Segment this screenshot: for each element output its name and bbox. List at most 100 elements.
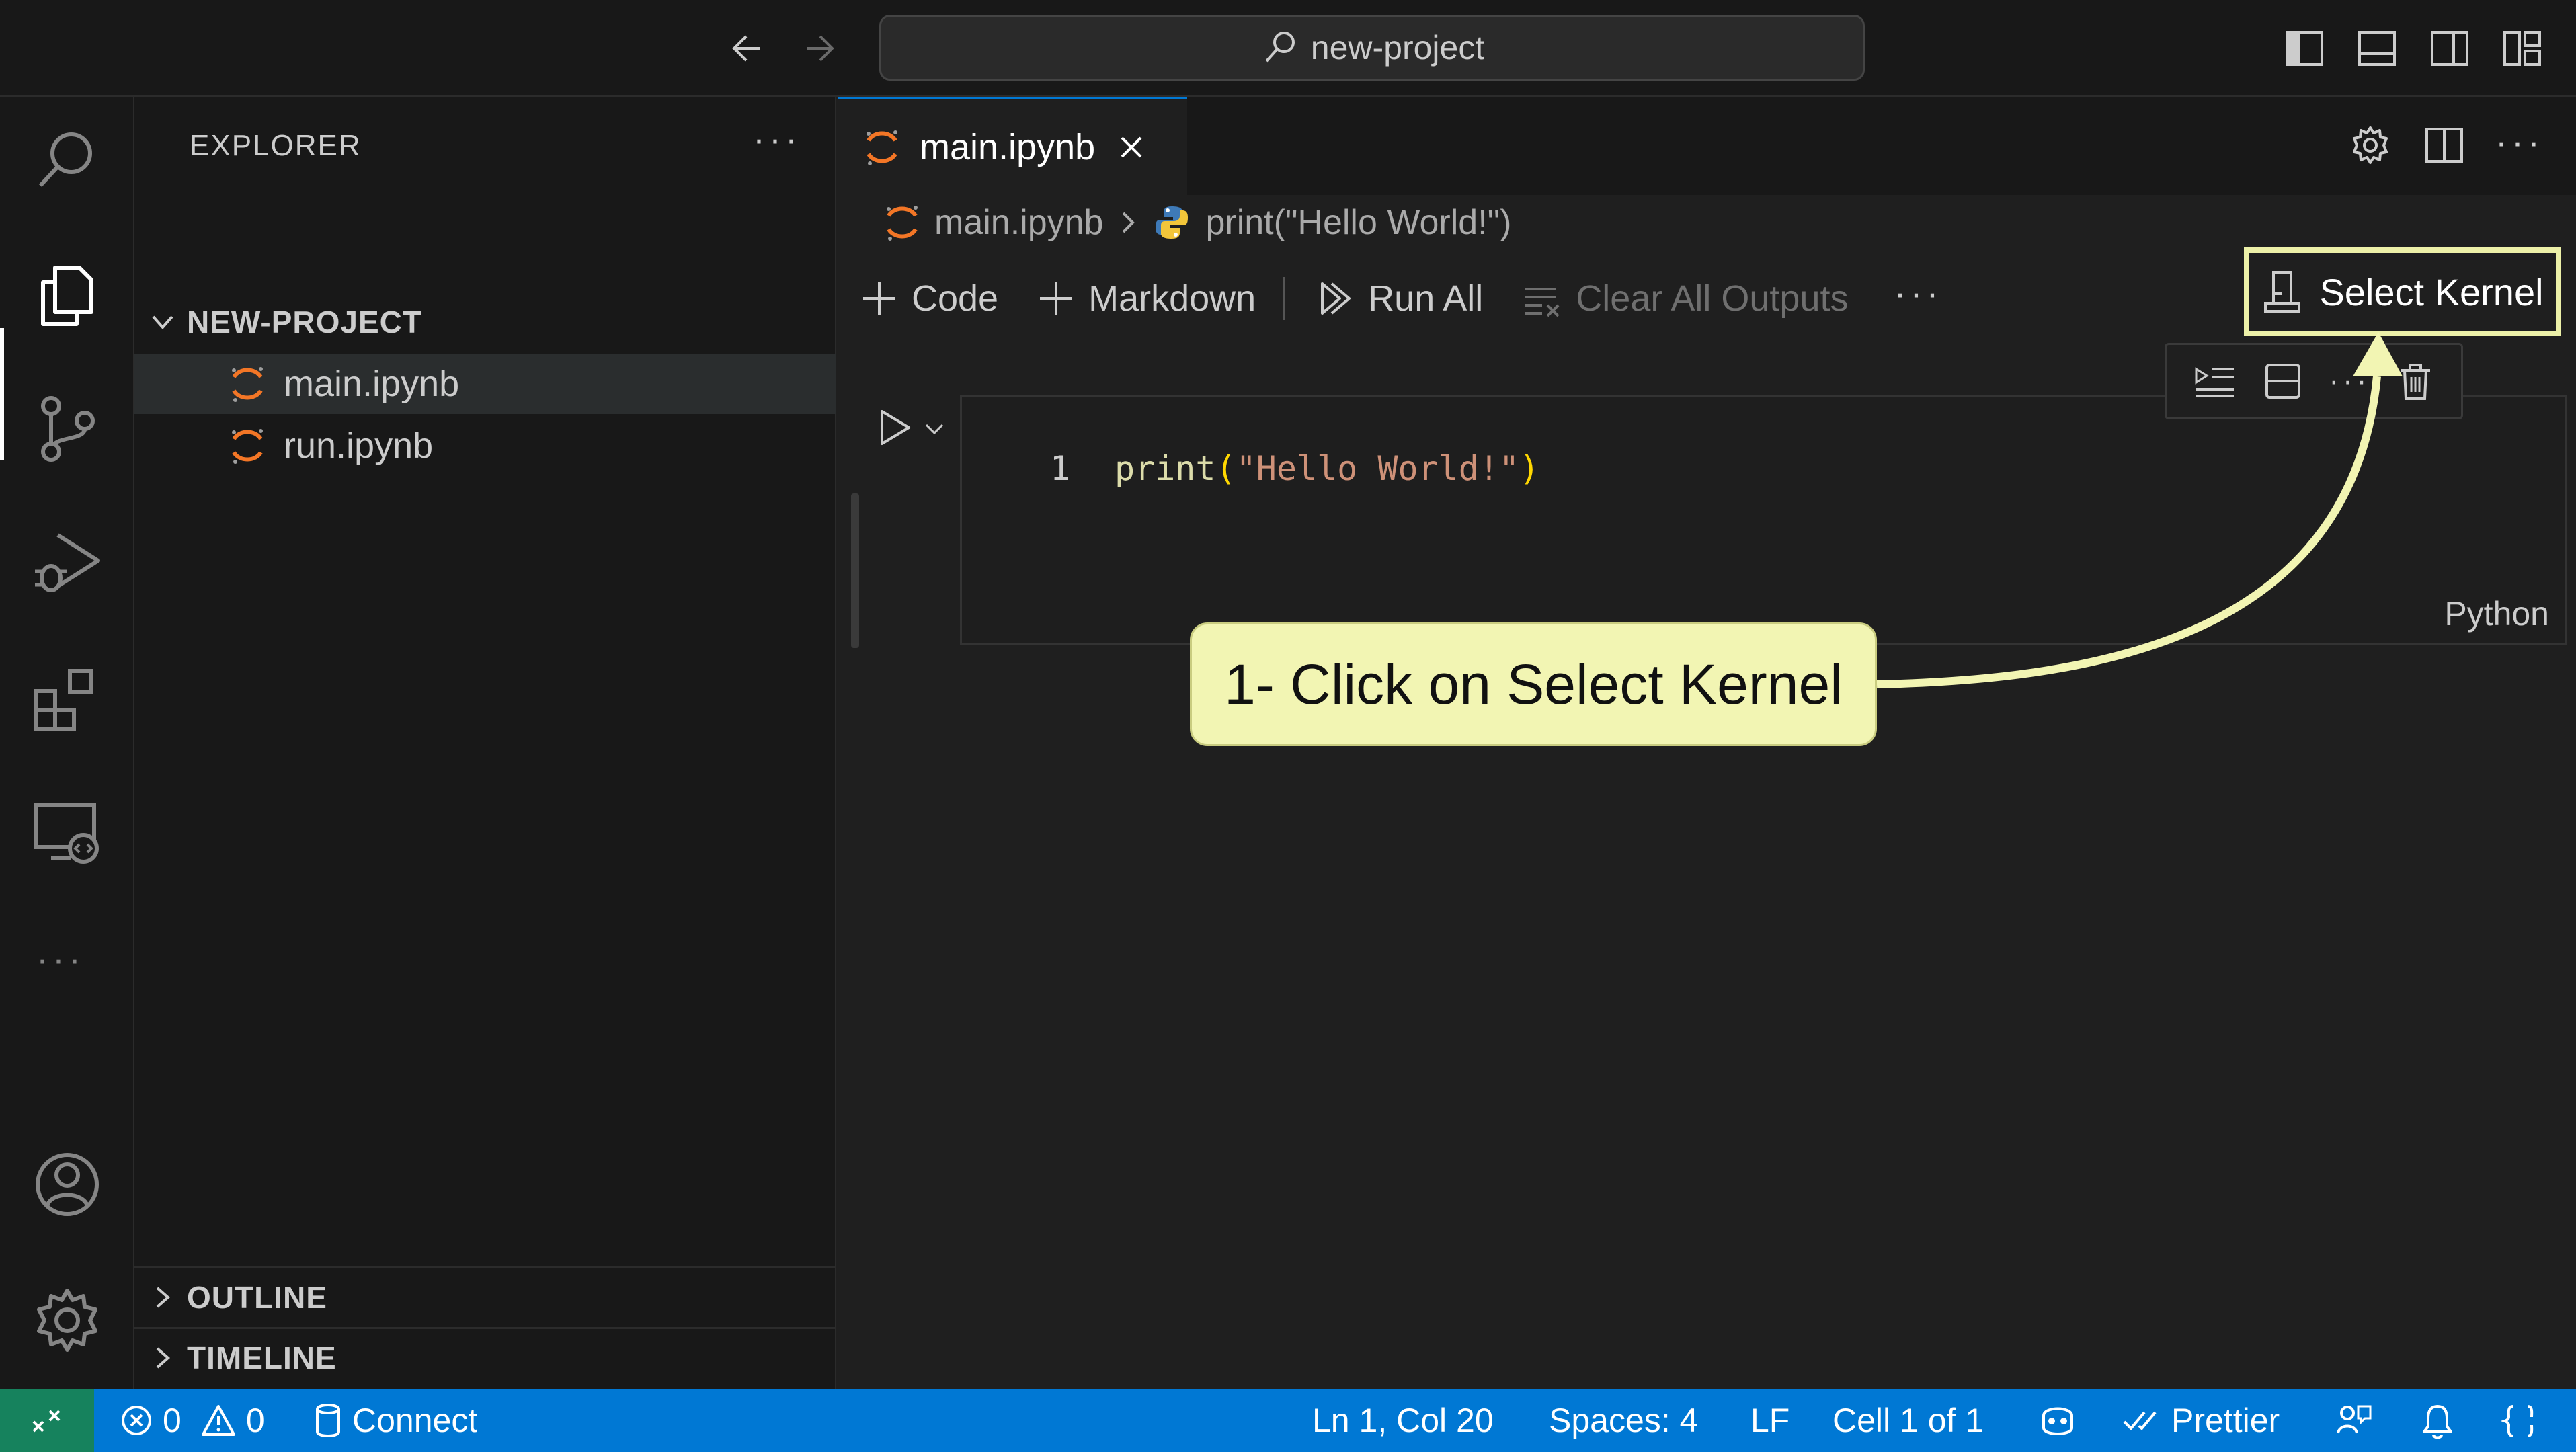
toolbar-separator xyxy=(1283,277,1285,320)
active-indicator xyxy=(0,328,4,460)
project-folder-header[interactable]: NEW-PROJECT xyxy=(134,292,836,352)
line-ending[interactable]: LF xyxy=(1750,1389,1789,1452)
tab-label: main.ipynb xyxy=(920,127,1096,167)
editor-more-actions-icon[interactable]: ··· xyxy=(2495,124,2544,160)
command-center-search[interactable]: new-project xyxy=(879,15,1865,81)
files-icon[interactable] xyxy=(31,258,104,331)
instruction-callout: 1- Click on Select Kernel xyxy=(1190,622,1877,746)
search-icon[interactable] xyxy=(31,124,104,196)
extensions-icon[interactable] xyxy=(31,661,104,734)
delete-cell-icon[interactable] xyxy=(2397,361,2434,401)
chevron-down-icon[interactable] xyxy=(922,417,947,441)
run-and-debug-icon[interactable] xyxy=(31,527,104,600)
status-bar: 0 0 Connect Ln 1, Col 20 Spaces: 4 LF Ce… xyxy=(0,1389,2576,1452)
search-icon xyxy=(1265,32,1295,63)
database-icon xyxy=(316,1404,340,1437)
explorer-title: EXPLORER xyxy=(190,129,362,162)
outline-section-header[interactable]: OUTLINE xyxy=(134,1266,836,1326)
run-all-button[interactable]: Run All xyxy=(1317,278,1483,319)
tab-main-ipynb[interactable]: main.ipynb xyxy=(838,97,1187,195)
breadcrumb-symbol[interactable]: print("Hello World!") xyxy=(1205,202,1511,243)
timeline-label: TIMELINE xyxy=(187,1340,337,1375)
customize-layout-icon[interactable] xyxy=(2502,28,2542,69)
add-code-cell-button[interactable]: Code xyxy=(860,278,998,319)
remote-button[interactable] xyxy=(0,1389,94,1452)
prettier-status[interactable]: Prettier xyxy=(2122,1389,2280,1452)
file-item-main[interactable]: main.ipynb xyxy=(134,354,836,414)
gear-icon[interactable] xyxy=(2349,124,2392,167)
outline-label: OUTLINE xyxy=(187,1279,327,1315)
file-name: main.ipynb xyxy=(284,364,460,404)
file-item-run[interactable]: run.ipynb xyxy=(134,415,836,476)
error-icon xyxy=(122,1406,151,1435)
remote-explorer-icon[interactable] xyxy=(31,796,104,869)
kernel-icon xyxy=(2264,271,2301,313)
toggle-primary-sidebar-icon[interactable] xyxy=(2284,28,2325,69)
indentation[interactable]: Spaces: 4 xyxy=(1549,1389,1698,1452)
back-arrow-icon[interactable] xyxy=(726,27,769,70)
split-editor-icon[interactable] xyxy=(2423,124,2466,167)
source-control-icon[interactable] xyxy=(31,393,104,465)
activity-bar: ··· xyxy=(0,97,134,1389)
chevron-right-icon xyxy=(156,1286,171,1308)
add-markdown-cell-button[interactable]: Markdown xyxy=(1037,278,1256,319)
cell-editor[interactable]: 1 print("Hello World!") Python xyxy=(960,395,2567,645)
breadcrumb-file[interactable]: main.ipynb xyxy=(934,202,1103,243)
timeline-section-header[interactable]: TIMELINE xyxy=(134,1327,836,1386)
cell-toolbar: ··· xyxy=(2165,343,2463,419)
forward-arrow-icon[interactable] xyxy=(797,27,840,70)
select-kernel-button[interactable]: Select Kernel xyxy=(2244,247,2561,336)
remote-icon xyxy=(32,1410,61,1433)
clear-outputs-label: Clear All Outputs xyxy=(1576,278,1849,319)
warning-count: 0 xyxy=(245,1402,265,1439)
clear-all-outputs-button[interactable]: Clear All Outputs xyxy=(1522,278,1848,319)
run-all-label: Run All xyxy=(1368,278,1484,319)
braces-icon[interactable] xyxy=(2501,1402,2541,1440)
feedback-icon[interactable] xyxy=(2335,1402,2373,1440)
clear-outputs-icon xyxy=(1525,288,1560,317)
breadcrumb: main.ipynb print("Hello World!") xyxy=(885,198,1511,247)
callout-text: 1- Click on Select Kernel xyxy=(1224,652,1843,716)
python-icon xyxy=(1156,206,1189,239)
jupyter-icon xyxy=(887,206,918,241)
connect-label: Connect xyxy=(352,1402,478,1439)
jupyter-icon xyxy=(232,367,263,402)
run-cell-icon[interactable] xyxy=(875,406,916,449)
file-name: run.ipynb xyxy=(284,426,434,466)
bell-icon[interactable] xyxy=(2420,1402,2455,1440)
chevron-right-icon xyxy=(156,1346,171,1369)
split-cell-icon[interactable] xyxy=(2263,361,2303,401)
toggle-panel-icon[interactable] xyxy=(2357,28,2397,69)
plus-icon xyxy=(863,282,895,315)
chevron-down-icon xyxy=(152,315,173,330)
explorer-sidebar: EXPLORER ··· NEW-PROJECT main.ipynb run.… xyxy=(134,97,836,1389)
toolbar-more-icon[interactable]: ··· xyxy=(1894,275,1942,311)
manage-gear-icon[interactable] xyxy=(31,1284,104,1357)
toggle-secondary-sidebar-icon[interactable] xyxy=(2429,28,2470,69)
warning-icon xyxy=(201,1405,235,1436)
line-number: 1 xyxy=(1050,449,1071,488)
cell-more-icon[interactable]: ··· xyxy=(2329,366,2371,396)
problems-indicator[interactable]: 0 0 xyxy=(120,1389,265,1452)
cell-indicator[interactable]: Cell 1 of 1 xyxy=(1833,1389,1984,1452)
cursor-position[interactable]: Ln 1, Col 20 xyxy=(1312,1389,1494,1452)
close-icon[interactable] xyxy=(1115,131,1148,163)
code-line[interactable]: print("Hello World!") xyxy=(1115,449,1539,488)
explorer-more-actions-icon[interactable]: ··· xyxy=(753,121,801,157)
execute-above-icon[interactable] xyxy=(2193,362,2237,400)
title-bar: new-project xyxy=(0,0,2576,97)
connect-button[interactable]: Connect xyxy=(313,1389,477,1452)
code-paren-open: ( xyxy=(1215,449,1236,488)
copilot-icon[interactable] xyxy=(2037,1402,2079,1440)
jupyter-icon xyxy=(232,429,263,464)
accounts-icon[interactable] xyxy=(31,1148,104,1221)
jupyter-icon xyxy=(867,130,897,165)
more-views-icon[interactable]: ··· xyxy=(36,941,85,977)
code-paren-close: ) xyxy=(1519,449,1540,488)
notebook-toolbar: Code Markdown Run All Clear All Outputs … xyxy=(860,265,1942,332)
code-label: Code xyxy=(912,278,999,319)
cell-focus-bar xyxy=(851,493,859,648)
cell-language[interactable]: Python xyxy=(2444,594,2549,633)
markdown-label: Markdown xyxy=(1088,278,1256,319)
project-name: NEW-PROJECT xyxy=(187,305,422,339)
